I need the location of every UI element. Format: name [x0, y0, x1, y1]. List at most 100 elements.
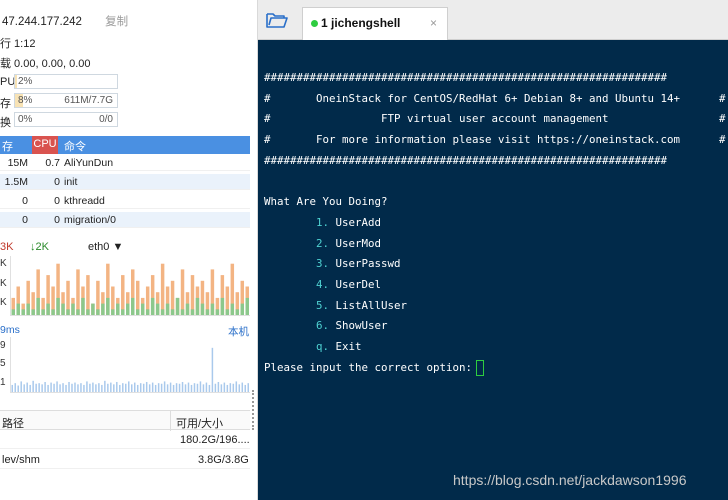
swap-meter-value: 0/0 [99, 114, 113, 125]
process-name: AliYunDun [64, 157, 114, 169]
latency-bar [116, 381, 118, 392]
latency-bar [110, 382, 112, 392]
latency-bar [38, 383, 40, 392]
menu-option-label: UserMod [335, 236, 382, 250]
latency-y-label: 5 [0, 358, 6, 369]
banner-line: # For more information please visit http… [264, 133, 726, 147]
latency-bar [199, 381, 202, 392]
process-mem: 15M [7, 157, 28, 169]
network-bar [56, 297, 60, 315]
latency-bar [77, 384, 79, 392]
process-cpu: 0.7 [45, 157, 60, 169]
process-mem: 1.5M [4, 176, 28, 188]
process-cpu: 0 [54, 176, 60, 188]
network-bar [11, 309, 15, 315]
disk-avail: 3.8G/3.8G [198, 454, 249, 466]
latency-bar [122, 383, 124, 392]
latency-bar [226, 384, 229, 392]
latency-bar [56, 381, 58, 392]
panel-resize-handle[interactable] [252, 390, 256, 430]
menu-option-key: 5. [316, 298, 330, 312]
process-row[interactable]: 0 0 kthreadd [0, 193, 250, 209]
latency-bar [20, 381, 22, 392]
process-row[interactable]: 0 0 migration/0 [0, 212, 250, 228]
network-bar [180, 309, 185, 315]
latency-bar [131, 384, 133, 392]
process-mem: 0 [22, 214, 28, 226]
latency-bar [41, 384, 43, 392]
latency-bar [86, 381, 88, 392]
mem-column-header[interactable]: 存 [2, 138, 13, 154]
copy-ip-button[interactable]: 复制 [105, 16, 128, 28]
network-bar [150, 297, 155, 315]
latency-bar [229, 383, 232, 392]
process-row[interactable]: 15M 0.7 AliYunDun [0, 155, 250, 171]
network-bar [111, 309, 115, 315]
tab-bar: 1 jichengshell × [258, 0, 728, 40]
folder-icon[interactable] [266, 11, 288, 29]
latency-bar [238, 384, 241, 392]
latency-bar [104, 380, 106, 392]
command-column-header[interactable]: 命令 [64, 138, 86, 154]
latency-bar [241, 382, 244, 392]
close-icon[interactable]: × [430, 16, 437, 30]
terminal-output[interactable]: ########################################… [264, 68, 726, 379]
network-bar [116, 303, 120, 315]
menu-option-key: 1. [316, 215, 330, 229]
network-bar [81, 297, 85, 315]
latency-bar [190, 384, 193, 392]
cpu-column-header[interactable]: CPU [32, 136, 58, 154]
latency-chart [10, 337, 250, 393]
latency-bar [220, 384, 223, 392]
cpu-meter-label: PU [0, 76, 16, 88]
banner-line: # FTP virtual user account management # [264, 112, 726, 126]
menu-option-label: Exit [335, 340, 362, 354]
network-bar [140, 303, 145, 315]
latency-y-label: 1 [0, 377, 6, 388]
latency-y-label: 9 [0, 340, 6, 351]
network-bar [61, 303, 65, 315]
menu-option-key: 4. [316, 278, 330, 292]
network-bar [36, 297, 40, 315]
latency-bar [166, 384, 169, 392]
network-bar [235, 309, 240, 315]
latency-bar [223, 382, 226, 392]
latency-bar [32, 380, 34, 392]
network-bar [220, 297, 225, 315]
swap-meter-label: 换 [0, 117, 11, 129]
network-bar [190, 275, 195, 315]
latency-bar [136, 384, 139, 392]
menu-option-label: ShowUser [335, 319, 388, 333]
terminal-cursor[interactable] [476, 359, 485, 376]
network-bar [245, 297, 249, 315]
latency-bar [142, 383, 145, 392]
network-bar [46, 303, 50, 315]
menu-option-key: q. [316, 340, 330, 354]
process-mem: 0 [22, 195, 28, 207]
latency-bar [89, 383, 91, 392]
network-bar [121, 275, 125, 315]
disk-table-header: 路径 可用/大小 [0, 410, 250, 431]
menu-option-label: UserPasswd [335, 257, 401, 271]
interface-selector[interactable]: eth0 ▼ [88, 241, 123, 253]
menu-option-label: ListAllUser [335, 298, 408, 312]
menu-option-key: 2. [316, 236, 330, 250]
menu-question: What Are You Doing? [264, 195, 388, 209]
network-bar [200, 303, 205, 315]
network-bar [210, 303, 215, 315]
latency-bar [17, 385, 19, 392]
memory-meter-value: 611M/7.7G [64, 95, 113, 106]
latency-bar [74, 382, 76, 392]
uptime: 行 1:12 [0, 38, 36, 50]
network-bar [215, 309, 220, 315]
latency-bar [178, 383, 181, 392]
latency-bar [133, 382, 136, 392]
tab-session[interactable]: 1 jichengshell × [302, 7, 448, 40]
watermark: https://blog.csdn.net/jackdawson1996 [453, 472, 687, 488]
process-row[interactable]: 1.5M 0 init [0, 174, 250, 190]
network-bar [86, 275, 90, 315]
net-y-label: K [0, 297, 7, 308]
network-bar [126, 303, 130, 315]
network-bar [145, 309, 150, 315]
network-bar [106, 297, 110, 315]
